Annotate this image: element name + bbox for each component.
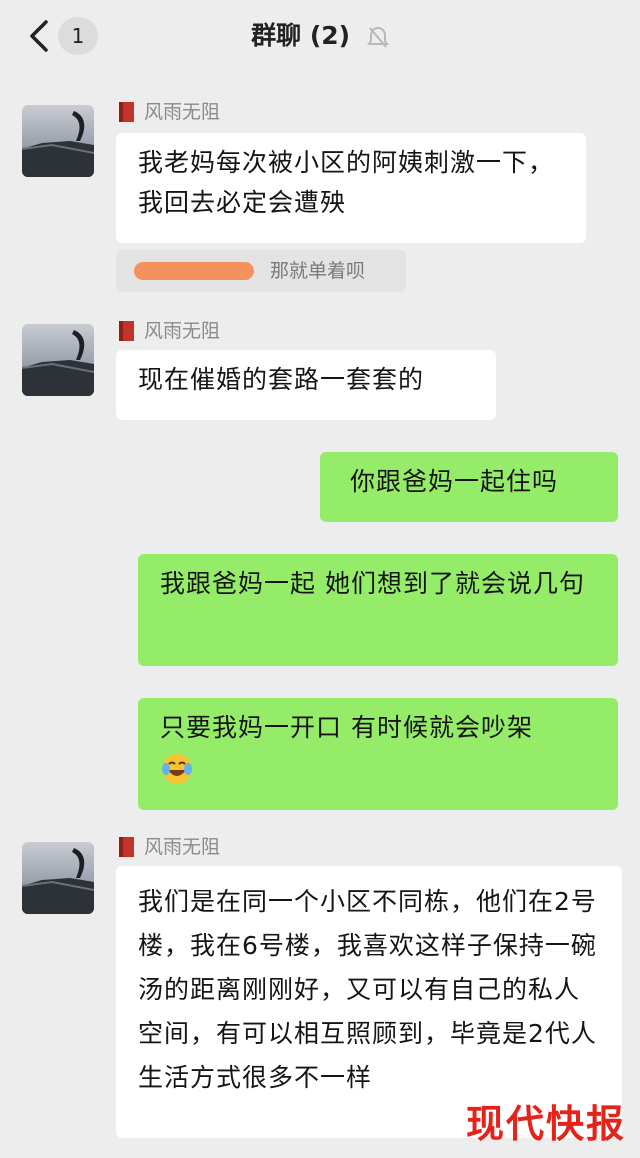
sender-name-text: 风雨无阻	[144, 101, 221, 123]
avatar[interactable]	[22, 324, 94, 396]
watermark-logo: 现代快报	[465, 1101, 626, 1146]
chat-title-text: 群聊 (2)	[251, 21, 351, 50]
face-with-tears-of-joy-icon	[162, 754, 192, 784]
chat-header: 1 群聊 (2)	[0, 0, 640, 78]
message-bubble[interactable]: 我老妈每次被小区的阿姨刺激一下，我回去必定会遭殃	[116, 133, 586, 243]
sender-name-text: 风雨无阻	[144, 320, 221, 342]
chat-title: 群聊 (2)	[0, 18, 640, 54]
mute-icon	[366, 26, 389, 48]
message-bubble-self[interactable]: 你跟爸妈一起住吗	[320, 452, 618, 522]
message-bubble-self[interactable]: 我跟爸妈一起 她们想到了就会说几句	[138, 554, 618, 666]
book-icon	[119, 102, 134, 122]
sender-name: 风雨无阻	[118, 99, 220, 125]
book-icon	[119, 837, 134, 857]
sender-name: 风雨无阻	[118, 834, 220, 860]
quoted-message[interactable]: 那就单着呗	[116, 250, 406, 292]
avatar[interactable]	[22, 842, 94, 914]
sender-name: 风雨无阻	[118, 318, 220, 344]
avatar-image	[22, 324, 94, 396]
message-bubble-self[interactable]: 只要我妈一开口 有时候就会吵架	[138, 698, 618, 810]
avatar-image	[22, 105, 94, 177]
quote-text: 那就单着呗	[270, 260, 366, 282]
redacted-name	[134, 262, 254, 280]
message-bubble[interactable]: 现在催婚的套路一套套的	[116, 350, 496, 420]
avatar-image	[22, 842, 94, 914]
sender-name-text: 风雨无阻	[144, 836, 221, 858]
book-icon	[119, 321, 134, 341]
message-text: 只要我妈一开口 有时候就会吵架	[160, 713, 533, 742]
avatar[interactable]	[22, 105, 94, 177]
